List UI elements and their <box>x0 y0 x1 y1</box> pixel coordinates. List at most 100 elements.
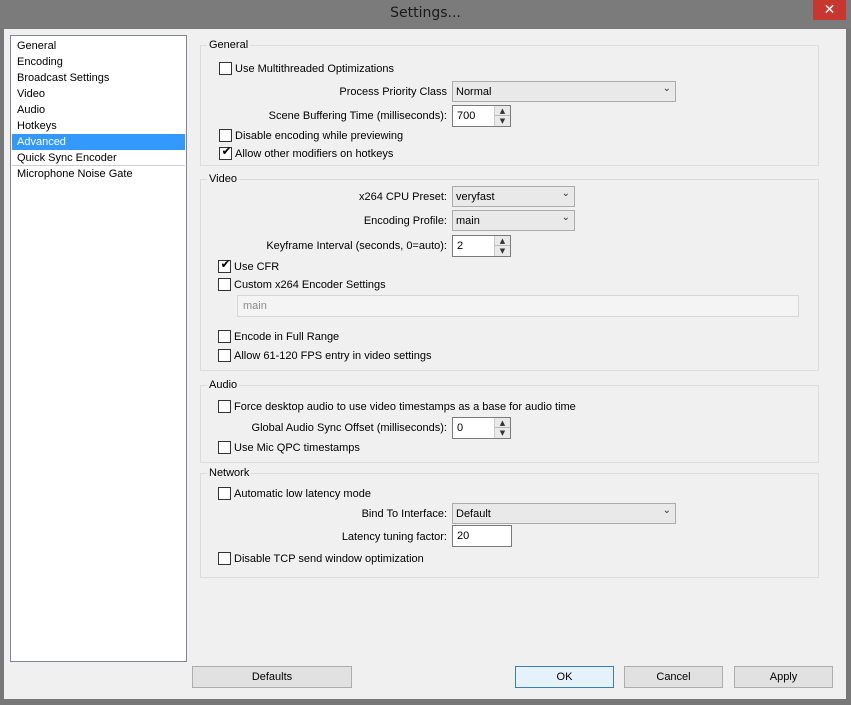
bind-interface-label: Bind To Interface: <box>361 508 447 520</box>
check-icon <box>219 347 232 360</box>
priority-class-dropdown[interactable]: Normal ⌄ <box>452 81 676 102</box>
sidebar-item-broadcast-settings[interactable]: Broadcast Settings <box>12 70 185 86</box>
general-group-label: General <box>207 38 251 52</box>
encoding-profile-label: Encoding Profile: <box>363 215 447 227</box>
window-title: Settings... <box>390 5 461 21</box>
sidebar-item-quick-sync-encoder[interactable]: Quick Sync Encoder <box>12 150 185 166</box>
custom-x264-settings-value: main <box>243 300 267 312</box>
hotkey-modifiers-checkbox[interactable]: ✔ <box>219 144 232 160</box>
mic-qpc-checkbox[interactable] <box>218 441 231 454</box>
spin-down-icon[interactable]: ▼ <box>495 116 510 126</box>
sidebar-item-microphone-noise-gate[interactable]: Microphone Noise Gate <box>12 166 185 182</box>
general-group: General Use Multithreaded Optimizations … <box>200 38 819 166</box>
custom-x264-label: Custom x264 Encoder Settings <box>234 279 386 291</box>
dialog-client-area: General Encoding Broadcast Settings Vide… <box>4 29 846 699</box>
latency-tuning-field[interactable]: 20 <box>452 525 512 547</box>
spin-up-icon[interactable]: ▲ <box>495 236 510 246</box>
spin-buttons: ▲ ▼ <box>494 418 510 438</box>
spin-down-icon[interactable]: ▼ <box>495 428 510 438</box>
spin-buttons: ▲ ▼ <box>494 106 510 126</box>
latency-tuning-value: 20 <box>457 530 470 542</box>
check-icon <box>220 60 233 73</box>
priority-class-label: Process Priority Class <box>339 86 447 98</box>
check-icon <box>219 550 232 563</box>
title-bar[interactable]: Settings... ✕ <box>0 0 851 28</box>
mic-qpc-label: Use Mic QPC timestamps <box>234 442 360 454</box>
audio-sync-offset-value: 0 <box>457 422 464 434</box>
cpu-preset-value: veryfast <box>456 191 495 203</box>
cancel-button[interactable]: Cancel <box>624 666 723 688</box>
bind-interface-dropdown[interactable]: Default ⌄ <box>452 503 676 524</box>
cpu-preset-label: x264 CPU Preset: <box>358 191 447 203</box>
keyframe-interval-label: Keyframe Interval (seconds, 0=auto): <box>266 240 447 252</box>
defaults-button[interactable]: Defaults <box>192 666 352 688</box>
spin-up-icon[interactable]: ▲ <box>495 106 510 116</box>
chevron-down-icon: ⌄ <box>561 188 570 199</box>
audio-sync-offset-label: Global Audio Sync Offset (milliseconds): <box>251 422 447 434</box>
disable-encoding-label: Disable encoding while previewing <box>235 130 404 142</box>
spin-up-icon[interactable]: ▲ <box>495 418 510 428</box>
low-latency-checkbox[interactable] <box>218 487 231 500</box>
disable-tcp-window-checkbox[interactable] <box>218 552 231 565</box>
sidebar-item-advanced[interactable]: Advanced <box>12 134 185 150</box>
disable-encoding-checkbox[interactable] <box>219 129 232 142</box>
full-range-label: Encode in Full Range <box>234 331 340 343</box>
check-icon: ✔ <box>220 257 231 271</box>
settings-category-list[interactable]: General Encoding Broadcast Settings Vide… <box>10 35 187 662</box>
audio-sync-offset-stepper[interactable]: 0 ▲ ▼ <box>452 417 511 439</box>
scene-buffering-stepper[interactable]: 700 ▲ ▼ <box>452 105 511 127</box>
low-latency-label: Automatic low latency mode <box>234 488 371 500</box>
close-button[interactable]: ✕ <box>813 0 846 20</box>
high-fps-label: Allow 61-120 FPS entry in video settings <box>234 350 432 362</box>
video-group: Video x264 CPU Preset: veryfast ⌄ Encodi… <box>200 172 819 371</box>
video-group-label: Video <box>207 172 239 186</box>
scene-buffering-label: Scene Buffering Time (milliseconds): <box>268 110 447 122</box>
custom-x264-checkbox[interactable] <box>218 278 231 291</box>
force-desktop-audio-label: Force desktop audio to use video timesta… <box>234 401 576 413</box>
multithreaded-checkbox[interactable] <box>219 62 232 75</box>
sidebar-item-audio[interactable]: Audio <box>12 102 185 118</box>
latency-tuning-label: Latency tuning factor: <box>341 531 447 543</box>
apply-button[interactable]: Apply <box>734 666 833 688</box>
chevron-down-icon: ⌄ <box>662 505 671 516</box>
multithreaded-label: Use Multithreaded Optimizations <box>235 63 394 75</box>
close-icon: ✕ <box>823 2 836 18</box>
chevron-down-icon: ⌄ <box>662 83 671 94</box>
encoding-profile-dropdown[interactable]: main ⌄ <box>452 210 575 231</box>
check-icon <box>219 328 232 341</box>
ok-button[interactable]: OK <box>515 666 614 688</box>
settings-window: Settings... ✕ General Encoding Broadcast… <box>0 0 851 705</box>
check-icon <box>219 276 232 289</box>
priority-class-value: Normal <box>456 86 492 98</box>
custom-x264-settings-field[interactable]: main <box>237 295 799 317</box>
audio-group: Audio Force desktop audio to use video t… <box>200 378 819 463</box>
check-icon <box>219 439 232 452</box>
audio-group-label: Audio <box>207 378 240 392</box>
disable-tcp-window-label: Disable TCP send window optimization <box>234 553 424 565</box>
high-fps-checkbox[interactable] <box>218 349 231 362</box>
network-group: Network Automatic low latency mode Bind … <box>200 466 819 578</box>
network-group-label: Network <box>207 466 252 480</box>
sidebar-item-hotkeys[interactable]: Hotkeys <box>12 118 185 134</box>
keyframe-interval-stepper[interactable]: 2 ▲ ▼ <box>452 235 511 257</box>
check-icon <box>219 485 232 498</box>
sidebar-item-general[interactable]: General <box>12 38 185 54</box>
sidebar-item-video[interactable]: Video <box>12 86 185 102</box>
sidebar-item-encoding[interactable]: Encoding <box>12 54 185 70</box>
encoding-profile-value: main <box>456 215 480 227</box>
use-cfr-label: Use CFR <box>234 261 280 273</box>
spin-buttons: ▲ ▼ <box>494 236 510 256</box>
scene-buffering-value: 700 <box>457 110 476 122</box>
spin-down-icon[interactable]: ▼ <box>495 246 510 256</box>
bind-interface-value: Default <box>456 508 491 520</box>
full-range-checkbox[interactable] <box>218 330 231 343</box>
check-icon: ✔ <box>221 144 232 158</box>
cpu-preset-dropdown[interactable]: veryfast ⌄ <box>452 186 575 207</box>
use-cfr-checkbox[interactable]: ✔ <box>218 257 231 273</box>
hotkey-modifiers-label: Allow other modifiers on hotkeys <box>235 148 394 160</box>
check-icon <box>219 398 232 411</box>
keyframe-interval-value: 2 <box>457 240 464 252</box>
force-desktop-audio-checkbox[interactable] <box>218 400 231 413</box>
chevron-down-icon: ⌄ <box>561 212 570 223</box>
check-icon <box>220 127 233 140</box>
